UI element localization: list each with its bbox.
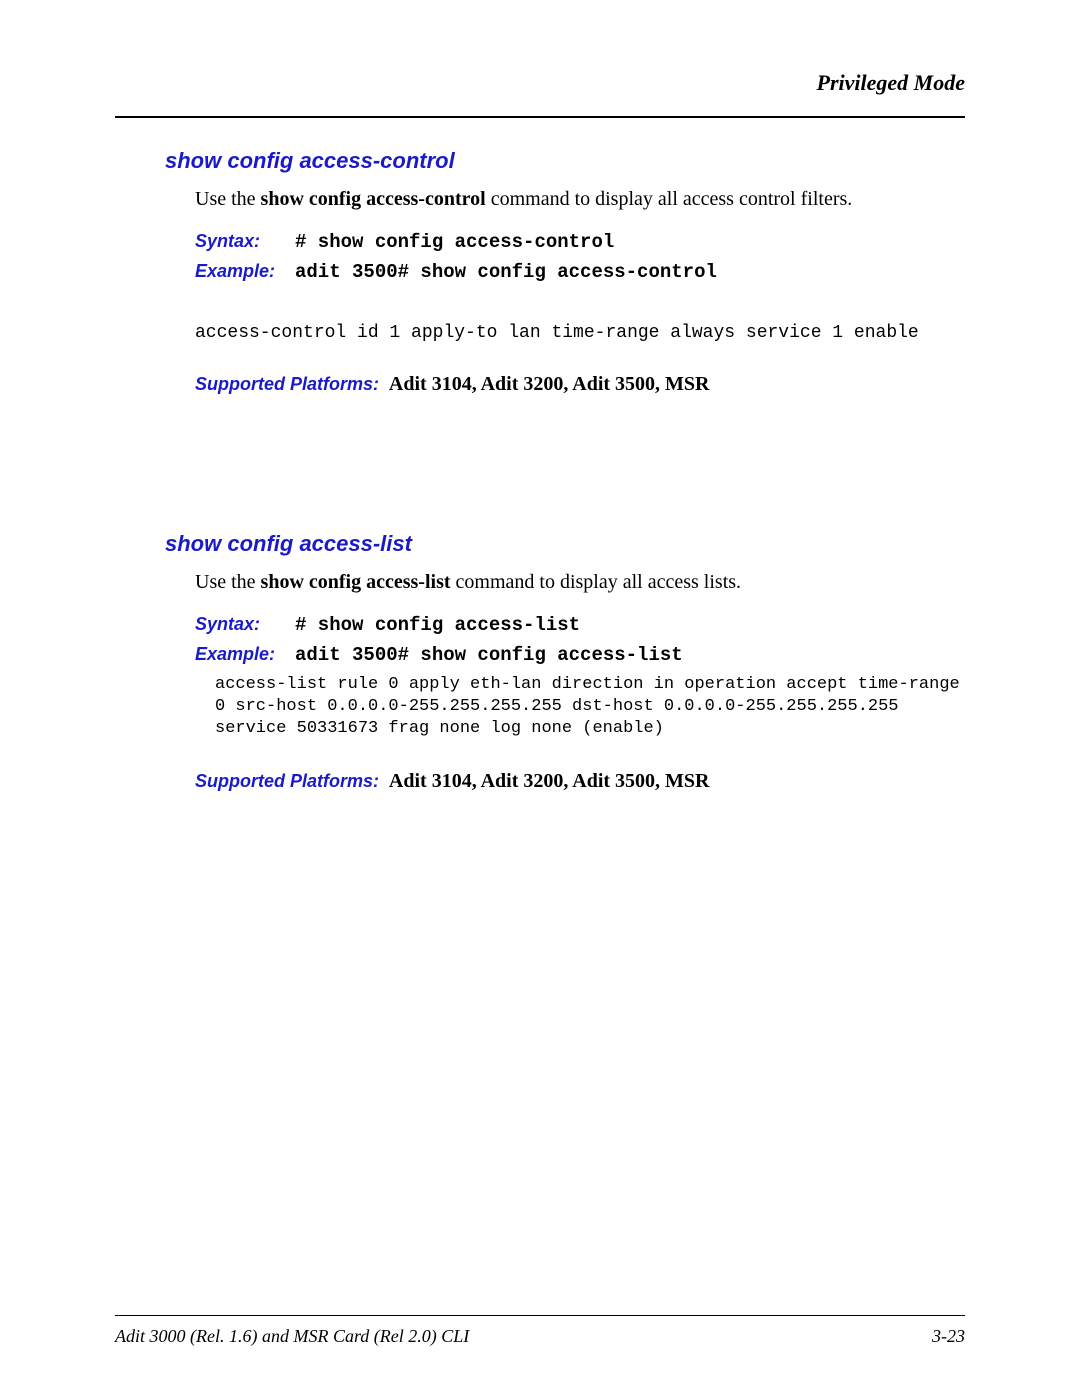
page-footer: Adit 3000 (Rel. 1.6) and MSR Card (Rel 2…	[115, 1326, 965, 1347]
example-value: adit 3500# show config access-control	[295, 261, 717, 283]
desc-command-bold: show config access-control	[261, 188, 486, 210]
example-row: Example: adit 3500# show config access-c…	[195, 261, 965, 283]
command-output: access-control id 1 apply-to lan time-ra…	[195, 323, 965, 343]
syntax-row: Syntax: # show config access-control	[195, 231, 965, 253]
desc-prefix: Use the	[195, 571, 261, 593]
section-description: Use the show config access-list command …	[195, 571, 965, 594]
document-page: Privileged Mode show config access-contr…	[0, 0, 1080, 1397]
example-value: adit 3500# show config access-list	[295, 644, 683, 666]
supported-platforms: Supported Platforms: Adit 3104, Adit 320…	[195, 770, 965, 793]
content-area: show config access-control Use the show …	[115, 148, 965, 1295]
example-row: Example: adit 3500# show config access-l…	[195, 644, 965, 666]
example-label: Example:	[195, 644, 295, 666]
platforms-value: Adit 3104, Adit 3200, Adit 3500, MSR	[385, 373, 709, 395]
example-label: Example:	[195, 261, 295, 283]
syntax-value: # show config access-control	[295, 231, 614, 253]
desc-prefix: Use the	[195, 188, 261, 210]
section-title-access-list: show config access-list	[165, 531, 965, 557]
platforms-value: Adit 3104, Adit 3200, Adit 3500, MSR	[385, 770, 709, 792]
footer-page-number: 3-23	[932, 1326, 965, 1347]
footer-divider	[115, 1315, 965, 1316]
desc-suffix: command to display all access control fi…	[486, 188, 853, 210]
desc-suffix: command to display all access lists.	[451, 571, 742, 593]
section-description: Use the show config access-control comma…	[195, 188, 965, 211]
page-header-mode: Privileged Mode	[115, 70, 965, 116]
command-output: access-list rule 0 apply eth-lan directi…	[215, 674, 965, 740]
platforms-label: Supported Platforms:	[195, 374, 379, 394]
supported-platforms: Supported Platforms: Adit 3104, Adit 320…	[195, 373, 965, 396]
platforms-label: Supported Platforms:	[195, 771, 379, 791]
section-spacer	[165, 396, 965, 531]
section-title-access-control: show config access-control	[165, 148, 965, 174]
footer-left: Adit 3000 (Rel. 1.6) and MSR Card (Rel 2…	[115, 1326, 469, 1347]
header-divider	[115, 116, 965, 118]
syntax-row: Syntax: # show config access-list	[195, 614, 965, 636]
syntax-label: Syntax:	[195, 614, 295, 636]
syntax-label: Syntax:	[195, 231, 295, 253]
syntax-value: # show config access-list	[295, 614, 580, 636]
desc-command-bold: show config access-list	[261, 571, 451, 593]
